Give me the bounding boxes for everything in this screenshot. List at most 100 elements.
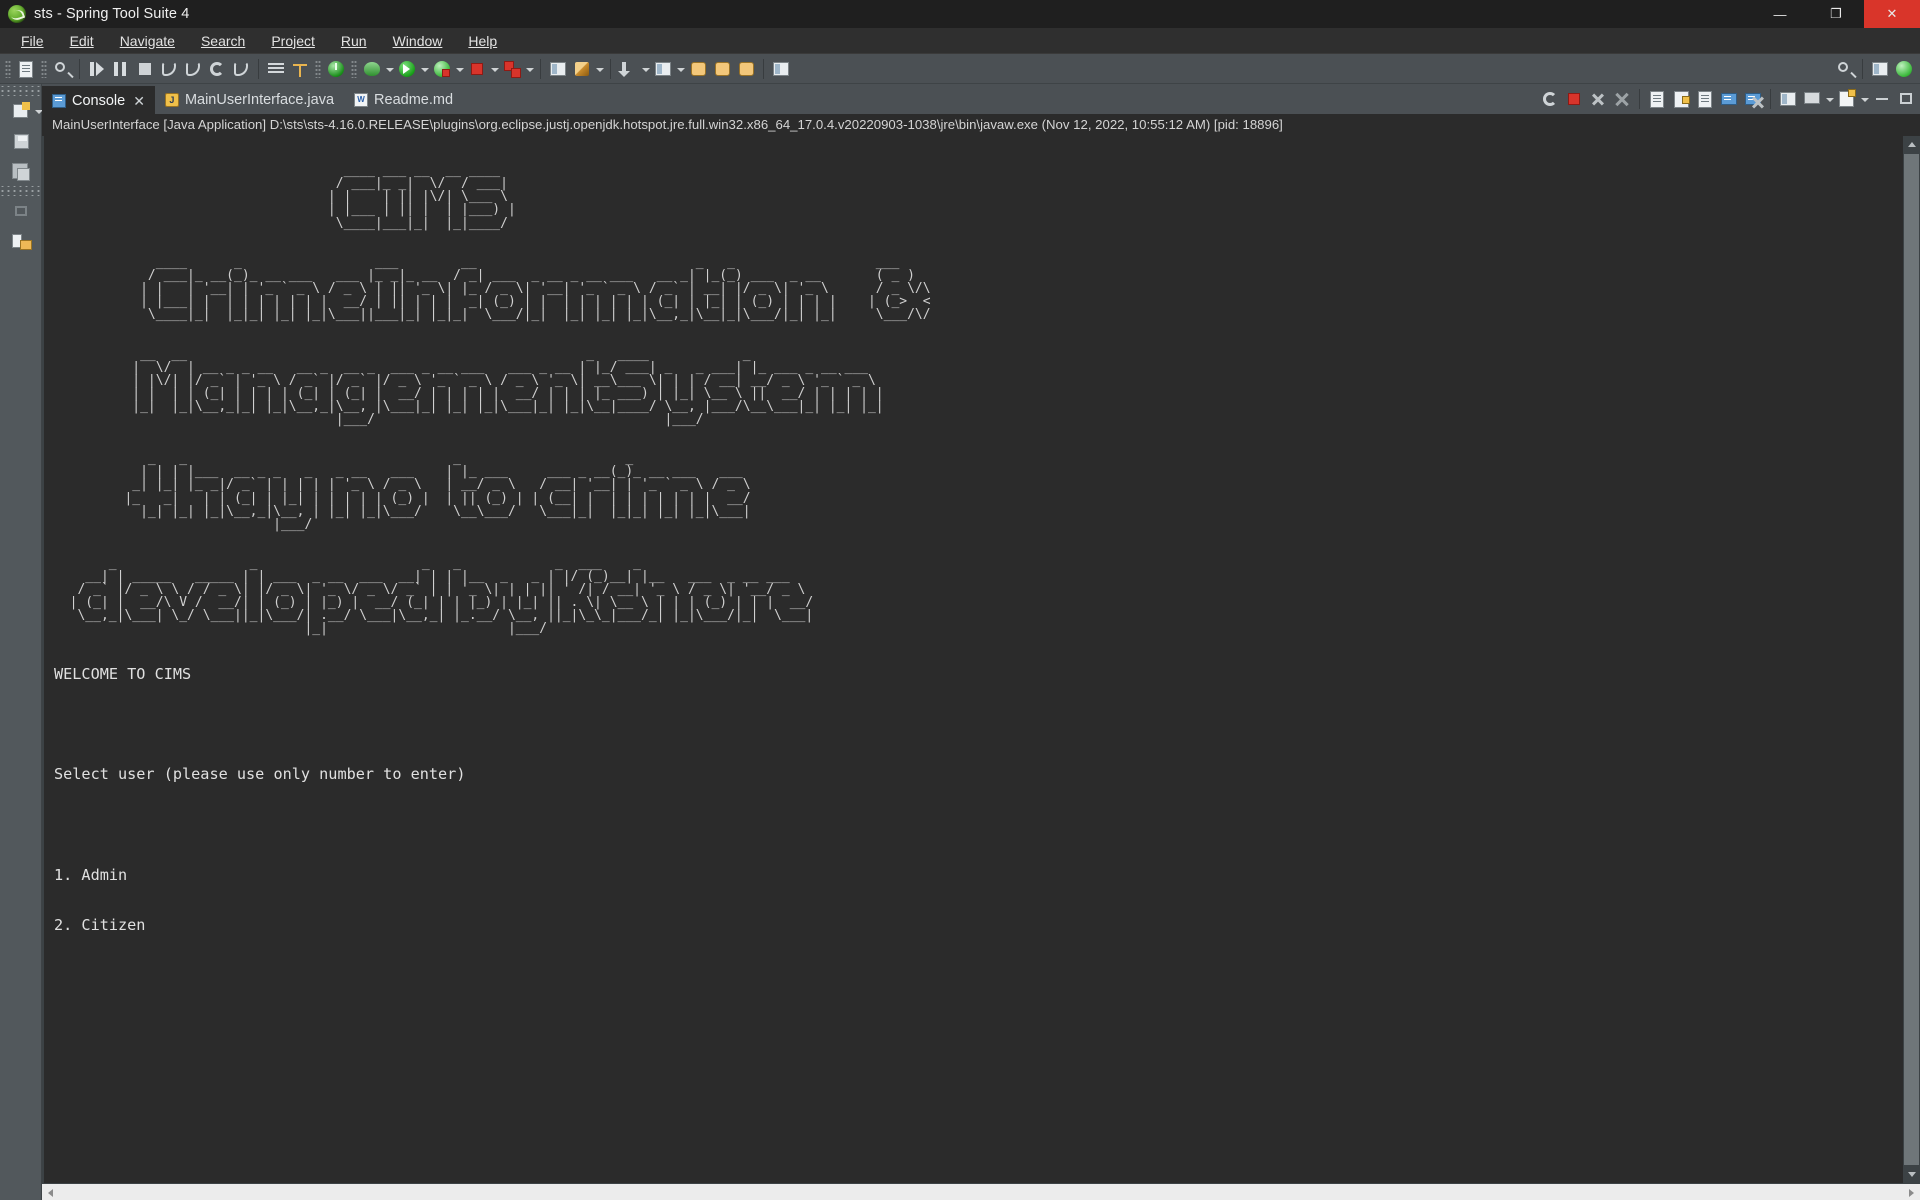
menu-item-file[interactable]: File: [8, 31, 57, 51]
skip-breakpoints-icon[interactable]: [571, 58, 593, 80]
vertical-scroll-thumb[interactable]: [1904, 154, 1919, 1165]
stop-red-dropdown-arrow[interactable]: [524, 58, 535, 80]
menu-item-search[interactable]: Search: [188, 31, 258, 51]
close-button[interactable]: ✕: [1864, 0, 1920, 28]
terminate-icon[interactable]: [134, 58, 156, 80]
tab-readme-md[interactable]: W Readme.md: [344, 86, 463, 114]
resume-icon[interactable]: [86, 58, 108, 80]
view-tab-strip: Console ✕ J MainUserInterface.java W Rea…: [42, 84, 1920, 114]
minimize-icon[interactable]: [1871, 88, 1893, 110]
toolbar-right-group: [1833, 54, 1916, 84]
relaunch-icon[interactable]: [1539, 88, 1561, 110]
menu-item-run[interactable]: Run: [328, 31, 380, 51]
menu-item-edit[interactable]: Edit: [57, 31, 107, 51]
thumb-plain-icon[interactable]: [735, 58, 757, 80]
toolbar-grip[interactable]: [315, 59, 321, 78]
menu-item-navigate[interactable]: Navigate: [107, 31, 188, 51]
step-over-icon[interactable]: [206, 58, 228, 80]
show-console-icon[interactable]: [1718, 88, 1740, 110]
leftbar-grip[interactable]: [0, 86, 41, 96]
tab-console[interactable]: Console ✕: [42, 86, 155, 114]
save-icon[interactable]: [0, 126, 41, 156]
clear-console-icon[interactable]: [1646, 88, 1668, 110]
menu-item-window[interactable]: Window: [380, 31, 456, 51]
open-perspective-icon[interactable]: [652, 58, 674, 80]
horizontal-scroll-track[interactable]: [59, 1183, 1903, 1200]
stop-icon[interactable]: [466, 58, 488, 80]
menu-label-project: Project: [271, 32, 315, 49]
import-dropdown-arrow[interactable]: [640, 58, 651, 80]
maximize-button[interactable]: ❐: [1808, 0, 1864, 28]
tab-mainuserinterface-java[interactable]: J MainUserInterface.java: [155, 86, 344, 114]
open-type-icon[interactable]: [770, 58, 792, 80]
new-console-view-icon[interactable]: [1777, 88, 1799, 110]
console-line-select-user: Select user (please use only number to e…: [54, 765, 466, 784]
remove-all-terminated-icon[interactable]: [1611, 88, 1633, 110]
thumb-left-icon[interactable]: [687, 58, 709, 80]
spring-boot-icon[interactable]: [325, 58, 347, 80]
step-into-icon[interactable]: [182, 58, 204, 80]
scroll-left-arrow-icon[interactable]: [42, 1184, 59, 1200]
run-dropdown-arrow[interactable]: [419, 58, 430, 80]
perspective-icon[interactable]: [1869, 58, 1891, 80]
scroll-up-arrow-icon[interactable]: [1903, 136, 1920, 153]
open-resource-icon[interactable]: [0, 226, 41, 256]
console-line-welcome: WELCOME TO CIMS: [54, 664, 192, 683]
scroll-right-arrow-icon[interactable]: [1903, 1184, 1920, 1200]
new-project-icon[interactable]: [0, 96, 43, 126]
menu-item-project[interactable]: Project: [258, 31, 328, 51]
run-icon[interactable]: [396, 58, 418, 80]
pin-console-icon[interactable]: [1742, 88, 1764, 110]
toolbar-separator: [258, 58, 259, 79]
tab-mainuserinterface-label: MainUserInterface.java: [184, 92, 335, 108]
step-return-icon[interactable]: [230, 58, 252, 80]
debug-icon[interactable]: [361, 58, 383, 80]
console-horizontal-scrollbar[interactable]: [42, 1183, 1920, 1200]
word-wrap-icon[interactable]: [1694, 88, 1716, 110]
menu-label-file: File: [21, 32, 44, 49]
minimize-button[interactable]: —: [1752, 0, 1808, 28]
terminate-icon[interactable]: [1563, 88, 1585, 110]
debug-dropdown-arrow[interactable]: [384, 58, 395, 80]
restore-icon[interactable]: [0, 196, 41, 226]
open-perspective-dropdown-arrow[interactable]: [675, 58, 686, 80]
new-wizard-icon[interactable]: [15, 58, 37, 80]
display-selected-console-icon[interactable]: [1801, 88, 1823, 110]
stop-red-icon[interactable]: [501, 58, 523, 80]
suspend-icon[interactable]: [110, 58, 132, 80]
import-icon[interactable]: [617, 58, 639, 80]
search-icon[interactable]: [1834, 58, 1856, 80]
console-vertical-scrollbar[interactable]: [1903, 136, 1920, 1183]
run-last-icon[interactable]: [431, 58, 453, 80]
external-tools-icon[interactable]: [547, 58, 569, 80]
markdown-file-icon: W: [354, 93, 369, 107]
skip-breakpoints-dropdown-arrow[interactable]: [594, 58, 605, 80]
save-all-icon[interactable]: [0, 156, 41, 186]
scroll-down-arrow-icon[interactable]: [1903, 1166, 1920, 1183]
open-console-icon[interactable]: [1836, 88, 1858, 110]
toolbar-grip[interactable]: [351, 59, 357, 78]
menu-label-help: Help: [468, 32, 498, 49]
console-view-toolbar: [1538, 85, 1918, 113]
link-with-editor-icon[interactable]: [51, 58, 73, 80]
stop-dropdown-arrow[interactable]: [489, 58, 500, 80]
close-icon[interactable]: ✕: [133, 93, 145, 110]
disconnect-icon[interactable]: [158, 58, 180, 80]
toolbar-grip[interactable]: [5, 59, 11, 78]
maximize-icon[interactable]: [1895, 88, 1917, 110]
thumb-right-icon[interactable]: [711, 58, 733, 80]
console-output[interactable]: ____ ___ __ __ ____ / ___|_ _| \/ / ___|…: [42, 136, 1903, 1183]
java-file-icon: J: [164, 93, 179, 107]
run-last-dropdown-arrow[interactable]: [454, 58, 465, 80]
boot-dashboard-icon[interactable]: [289, 58, 311, 80]
leftbar-grip[interactable]: [0, 186, 41, 196]
console-lines-icon[interactable]: [265, 58, 287, 80]
open-console-dropdown-arrow[interactable]: [1859, 88, 1870, 110]
display-console-dropdown-arrow[interactable]: [1824, 88, 1835, 110]
remove-launch-icon[interactable]: [1587, 88, 1609, 110]
scroll-lock-icon[interactable]: [1670, 88, 1692, 110]
toolbar-grip[interactable]: [41, 59, 47, 78]
spring-perspective-icon[interactable]: [1893, 58, 1915, 80]
menu-label-navigate: Navigate: [119, 32, 175, 49]
menu-item-help[interactable]: Help: [455, 31, 510, 51]
